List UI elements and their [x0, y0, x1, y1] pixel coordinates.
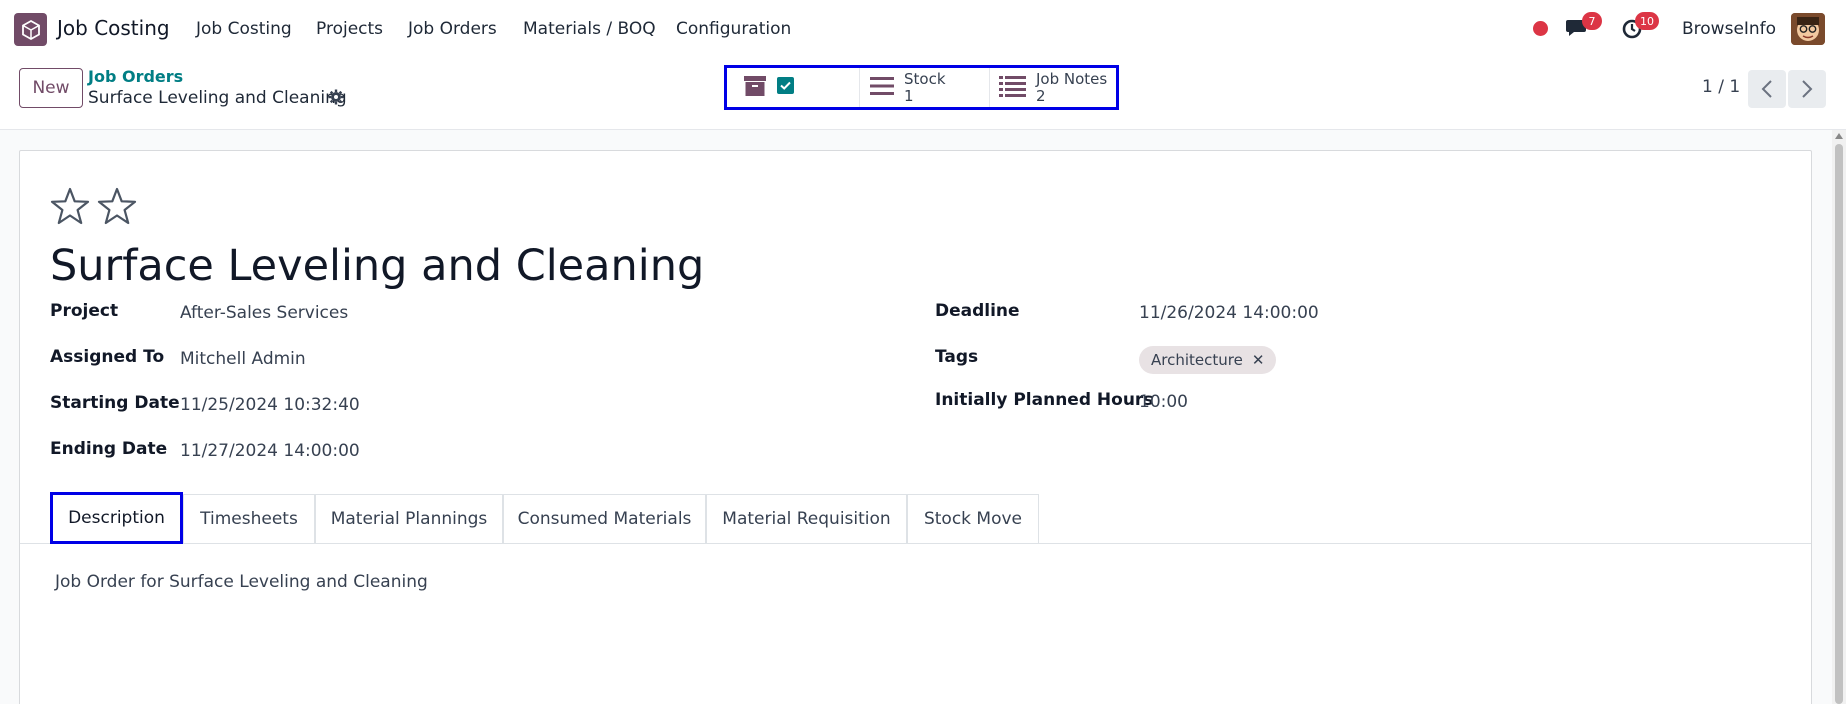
control-panel: New Job Orders Surface Leveling and Clea… [0, 58, 1846, 130]
chevron-right-icon [1802, 80, 1813, 98]
star-icon[interactable] [50, 187, 90, 229]
list-icon [870, 76, 894, 100]
form-sheet: Surface Leveling and Cleaning Project Af… [19, 150, 1812, 704]
stock-count: 1 [904, 86, 914, 105]
description-text[interactable]: Job Order for Surface Leveling and Clean… [55, 572, 428, 592]
job-notes-count: 2 [1036, 86, 1046, 105]
checkbox-icon[interactable] [777, 77, 794, 98]
scrollbar[interactable] [1832, 130, 1846, 704]
new-button[interactable]: New [19, 68, 83, 108]
notebook-tabs: Description Timesheets Material Planning… [20, 492, 1811, 544]
tab-description[interactable]: Description [50, 492, 183, 544]
page-title[interactable]: Surface Leveling and Cleaning [50, 241, 704, 291]
assigned-to-label: Assigned To [50, 347, 165, 367]
archive-smart-button[interactable] [727, 68, 860, 107]
deadline-label: Deadline [935, 301, 1020, 321]
ending-date-field[interactable]: 11/27/2024 14:00:00 [180, 441, 360, 461]
star-icon[interactable] [97, 187, 137, 229]
breadcrumb-parent[interactable]: Job Orders [88, 67, 183, 86]
tab-material-plannings[interactable]: Material Plannings [315, 494, 503, 543]
pager-previous-button[interactable] [1748, 70, 1786, 108]
smart-buttons: Stock 1 Job Notes 2 [724, 65, 1119, 110]
tab-material-requisition[interactable]: Material Requisition [706, 494, 907, 543]
list-bullets-icon [999, 75, 1026, 101]
breadcrumb-current: Surface Leveling and Cleaning [88, 88, 347, 108]
assigned-to-field[interactable]: Mitchell Admin [180, 349, 306, 369]
tags-label: Tags [935, 347, 979, 367]
chevron-left-icon [1761, 80, 1772, 98]
menu-materials-boq[interactable]: Materials / BOQ [523, 19, 656, 39]
stock-smart-button[interactable]: Stock 1 [860, 68, 990, 107]
messages-badge: 7 [1582, 12, 1602, 30]
tab-consumed-materials[interactable]: Consumed Materials [503, 494, 706, 543]
pager-value[interactable]: 1 / 1 [1702, 77, 1740, 97]
job-notes-smart-button[interactable]: Job Notes 2 [990, 68, 1116, 107]
planned-hours-label: Initially Planned Hours [935, 390, 1154, 410]
job-notes-label: Job Notes [1036, 69, 1108, 88]
top-navbar: Job Costing Job Costing Projects Job Ord… [0, 0, 1846, 58]
tab-timesheets[interactable]: Timesheets [183, 494, 315, 543]
scroll-thumb[interactable] [1835, 144, 1843, 704]
app-name[interactable]: Job Costing [57, 16, 170, 40]
project-label: Project [50, 301, 119, 321]
scroll-up-icon[interactable] [1835, 133, 1843, 139]
pager-next-button[interactable] [1788, 70, 1826, 108]
activities-badge: 10 [1635, 12, 1659, 30]
tab-stock-move[interactable]: Stock Move [907, 494, 1039, 543]
menu-job-costing[interactable]: Job Costing [196, 19, 292, 39]
tag-label: Architecture [1151, 351, 1243, 369]
project-field[interactable]: After-Sales Services [180, 303, 348, 323]
starting-date-label: Starting Date [50, 393, 180, 413]
close-icon[interactable]: ✕ [1252, 351, 1265, 369]
menu-configuration[interactable]: Configuration [676, 19, 791, 39]
tag-architecture[interactable]: Architecture ✕ [1139, 346, 1277, 374]
stock-label: Stock [904, 69, 946, 88]
deadline-field[interactable]: 11/26/2024 14:00:00 [1139, 303, 1319, 323]
menu-job-orders[interactable]: Job Orders [408, 19, 497, 39]
archive-icon [743, 75, 767, 101]
avatar[interactable] [1791, 13, 1825, 45]
ending-date-label: Ending Date [50, 439, 168, 459]
user-name[interactable]: BrowseInfo [1682, 19, 1776, 39]
starting-date-field[interactable]: 11/25/2024 10:32:40 [180, 395, 360, 415]
gear-icon[interactable] [328, 89, 344, 109]
menu-projects[interactable]: Projects [316, 19, 383, 39]
app-logo-icon[interactable] [14, 13, 47, 46]
record-dot-icon[interactable] [1533, 21, 1548, 36]
planned-hours-field[interactable]: 10:00 [1139, 392, 1188, 412]
